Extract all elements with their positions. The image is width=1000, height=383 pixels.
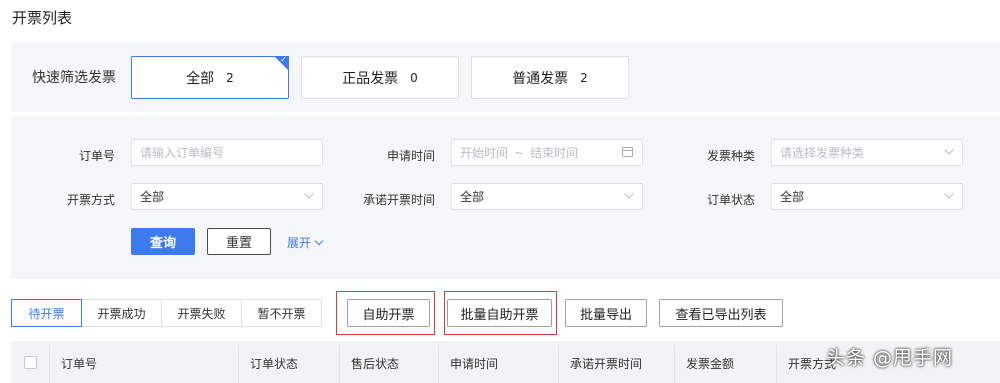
column-divider <box>438 345 439 383</box>
column-header-apply-time: 申请时间 <box>450 357 499 371</box>
quick-filter-all-count: 2 <box>226 70 234 85</box>
order-status-select[interactable]: 全部 <box>771 183 963 210</box>
tab-failed[interactable]: 开票失败 <box>161 299 242 327</box>
watermark: 头条 @甩手网 <box>826 347 954 369</box>
check-icon: ✓ <box>280 55 287 64</box>
order-no-input[interactable]: 请输入订单编号 <box>131 139 323 166</box>
invoice-method-value: 全部 <box>140 190 165 204</box>
view-exported-button[interactable]: 查看已导出列表 <box>659 299 783 327</box>
invoice-type-placeholder: 请选择发票种类 <box>780 146 865 160</box>
chevron-down-icon <box>944 189 954 199</box>
expand-filters-link[interactable]: 展开 <box>287 234 324 251</box>
chevron-down-icon <box>304 189 314 199</box>
apply-time-start: 开始时间 <box>460 146 509 160</box>
promise-time-select[interactable]: 全部 <box>451 183 643 210</box>
order-status-label: 订单状态 <box>706 193 755 207</box>
quick-filter-all-label: 全部 <box>186 70 215 87</box>
quick-filter-label: 快速筛选发票 <box>32 70 116 86</box>
invoice-method-label: 开票方式 <box>66 193 115 207</box>
apply-time-range-picker[interactable]: 开始时间 ~ 结束时间 <box>451 139 643 166</box>
page-title: 开票列表 <box>12 9 73 27</box>
quick-filter-genuine-count: 0 <box>410 70 418 85</box>
column-header-amount: 发票金额 <box>686 357 735 371</box>
calendar-icon <box>622 147 633 157</box>
quick-filter-genuine-card[interactable]: 正品发票 0 <box>301 56 459 99</box>
column-divider <box>49 345 50 383</box>
column-header-order-status: 订单状态 <box>250 357 299 371</box>
tab-deferred[interactable]: 暂不开票 <box>241 299 322 327</box>
invoice-method-select[interactable]: 全部 <box>131 183 323 210</box>
promise-time-value: 全部 <box>460 190 485 204</box>
chevron-down-icon <box>624 189 634 199</box>
expand-label: 展开 <box>287 236 312 250</box>
promise-time-label: 承诺开票时间 <box>362 193 435 207</box>
apply-time-end: 结束时间 <box>530 146 579 160</box>
column-divider <box>674 345 675 383</box>
column-divider <box>238 345 239 383</box>
column-header-aftersale-status: 售后状态 <box>351 357 400 371</box>
column-header-order-no: 订单号 <box>61 357 98 371</box>
invoice-type-label: 发票种类 <box>706 149 755 163</box>
select-all-checkbox[interactable] <box>24 356 37 369</box>
apply-time-label: 申请时间 <box>386 149 435 163</box>
column-divider <box>558 345 559 383</box>
column-header-promise-time: 承诺开票时间 <box>570 357 643 371</box>
tab-success[interactable]: 开票成功 <box>81 299 162 327</box>
order-no-label: 订单号 <box>78 149 115 163</box>
column-divider <box>776 345 777 383</box>
quick-filter-genuine-label: 正品发票 <box>342 70 399 87</box>
quick-filter-all-card[interactable]: 全部 2 ✓ <box>131 55 289 99</box>
query-button[interactable]: 查询 <box>131 228 195 255</box>
reset-button[interactable]: 重置 <box>207 228 271 255</box>
quick-filter-normal-card[interactable]: 普通发票 2 <box>471 56 629 99</box>
self-invoice-button[interactable]: 自助开票 <box>347 299 430 327</box>
order-status-value: 全部 <box>780 190 805 204</box>
tab-pending[interactable]: 待开票 <box>11 299 82 327</box>
status-tabs: 待开票 开票成功 开票失败 暂不开票 <box>11 299 322 327</box>
quick-filter-panel: 快速筛选发票 全部 2 ✓ 正品发票 0 普通发票 2 <box>11 42 1000 112</box>
invoice-type-select[interactable]: 请选择发票种类 <box>771 139 963 166</box>
chevron-down-icon <box>314 236 324 246</box>
quick-filter-normal-count: 2 <box>580 70 588 85</box>
chevron-down-icon <box>944 145 954 155</box>
batch-export-button[interactable]: 批量导出 <box>565 299 647 327</box>
apply-time-separator: ~ <box>514 145 525 160</box>
quick-filter-normal-label: 普通发票 <box>512 70 569 87</box>
batch-self-invoice-button[interactable]: 批量自助开票 <box>447 299 552 327</box>
column-divider <box>339 345 340 383</box>
